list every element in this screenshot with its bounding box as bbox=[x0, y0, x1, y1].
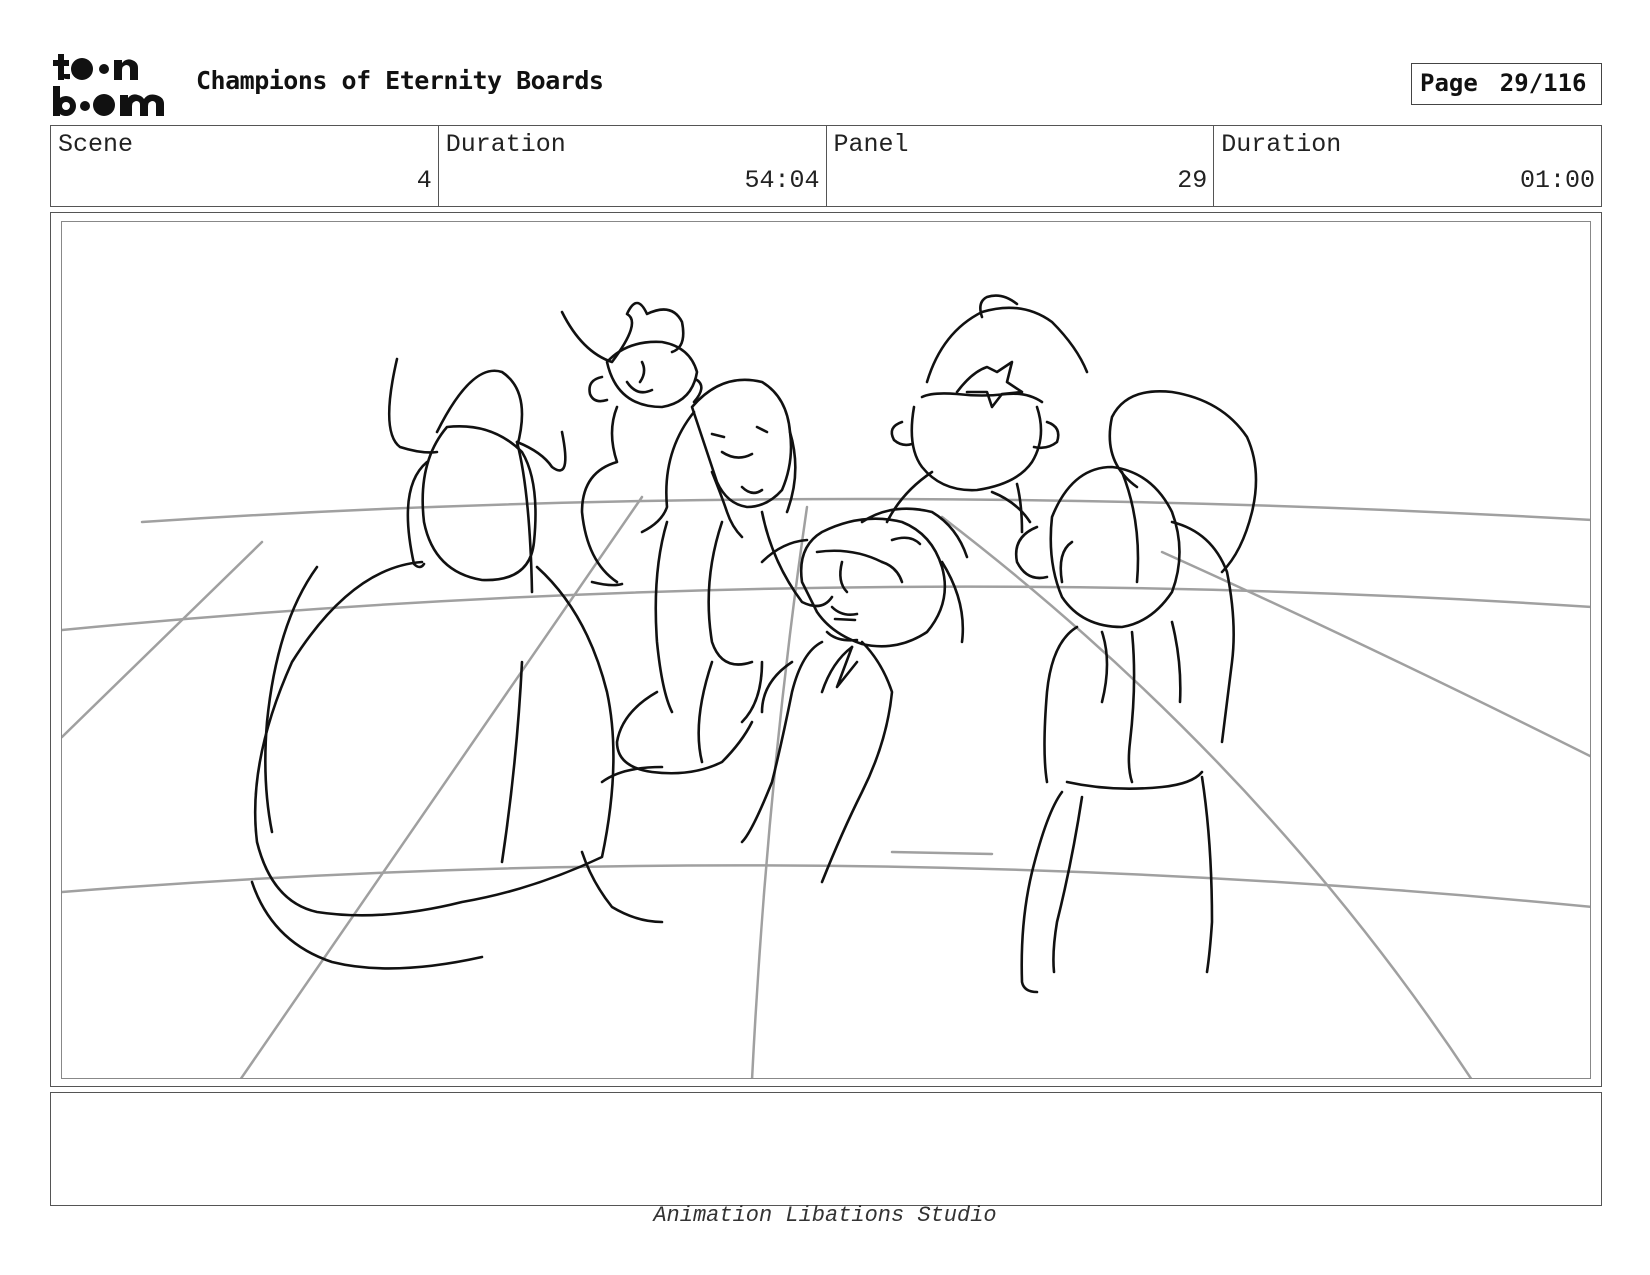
scene-info-row: Scene 4 Duration 54:04 Panel 29 Duration… bbox=[50, 125, 1602, 207]
panel-image-area bbox=[61, 221, 1591, 1079]
page-number: 29/116 bbox=[1499, 69, 1587, 97]
perspective-guides bbox=[62, 495, 1590, 1078]
board-title: Champions of Eternity Boards bbox=[196, 66, 604, 95]
storyboard-sketch bbox=[62, 294, 1590, 1078]
panel-label: Panel bbox=[833, 130, 909, 159]
scene-duration-label: Duration bbox=[445, 130, 566, 159]
toon-boom-logo bbox=[53, 54, 164, 116]
panel-notes-box bbox=[50, 1092, 1602, 1206]
scene-value: 4 bbox=[416, 166, 432, 195]
page-label: Page bbox=[1420, 69, 1478, 97]
panel-duration-label: Duration bbox=[1221, 130, 1342, 159]
panel-duration-cell: Duration 01:00 bbox=[1214, 126, 1601, 206]
panel-value: 29 bbox=[1177, 166, 1208, 195]
character-sketches bbox=[250, 294, 1258, 994]
panel-duration-value: 01:00 bbox=[1519, 166, 1595, 195]
scene-label: Scene bbox=[58, 130, 134, 159]
scene-duration-value: 54:04 bbox=[744, 166, 820, 195]
scene-cell: Scene 4 bbox=[51, 126, 439, 206]
panel-frame bbox=[50, 212, 1602, 1087]
page-indicator: Page 29/116 bbox=[1411, 63, 1602, 105]
scene-duration-cell: Duration 54:04 bbox=[439, 126, 827, 206]
panel-cell: Panel 29 bbox=[827, 126, 1215, 206]
studio-footer: Animation Libations Studio bbox=[653, 1203, 997, 1228]
